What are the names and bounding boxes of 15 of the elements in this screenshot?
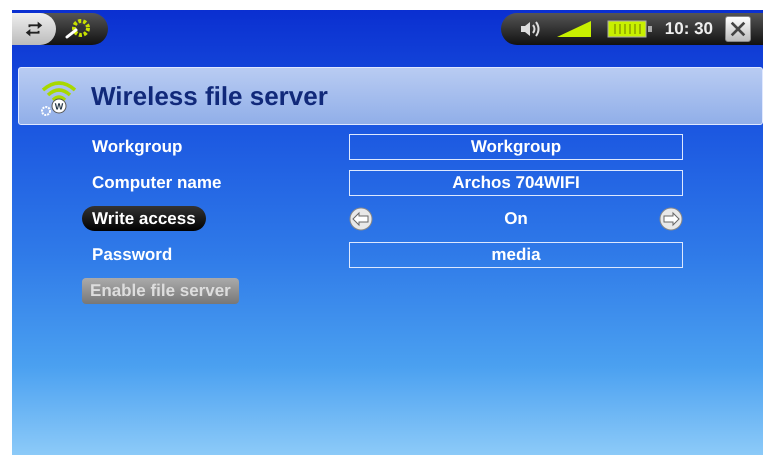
setting-label[interactable]: Write access bbox=[82, 206, 206, 231]
setting-label[interactable]: Workgroup bbox=[82, 134, 192, 159]
battery-icon bbox=[606, 20, 653, 38]
screen-title: Wireless file server bbox=[91, 80, 328, 112]
input-field[interactable]: media bbox=[349, 242, 683, 268]
clock-time: 10: 30 bbox=[664, 18, 713, 38]
setting-label[interactable]: Computer name bbox=[82, 170, 232, 195]
input-field[interactable]: Archos 704WIFI bbox=[349, 170, 683, 196]
option-value: On bbox=[504, 209, 528, 229]
close-button[interactable] bbox=[725, 16, 751, 42]
settings-icon[interactable] bbox=[64, 16, 92, 40]
input-field[interactable]: Workgroup bbox=[349, 134, 683, 160]
setting-label[interactable]: Password bbox=[82, 242, 182, 267]
sync-button[interactable] bbox=[12, 12, 56, 44]
close-icon bbox=[729, 20, 747, 38]
